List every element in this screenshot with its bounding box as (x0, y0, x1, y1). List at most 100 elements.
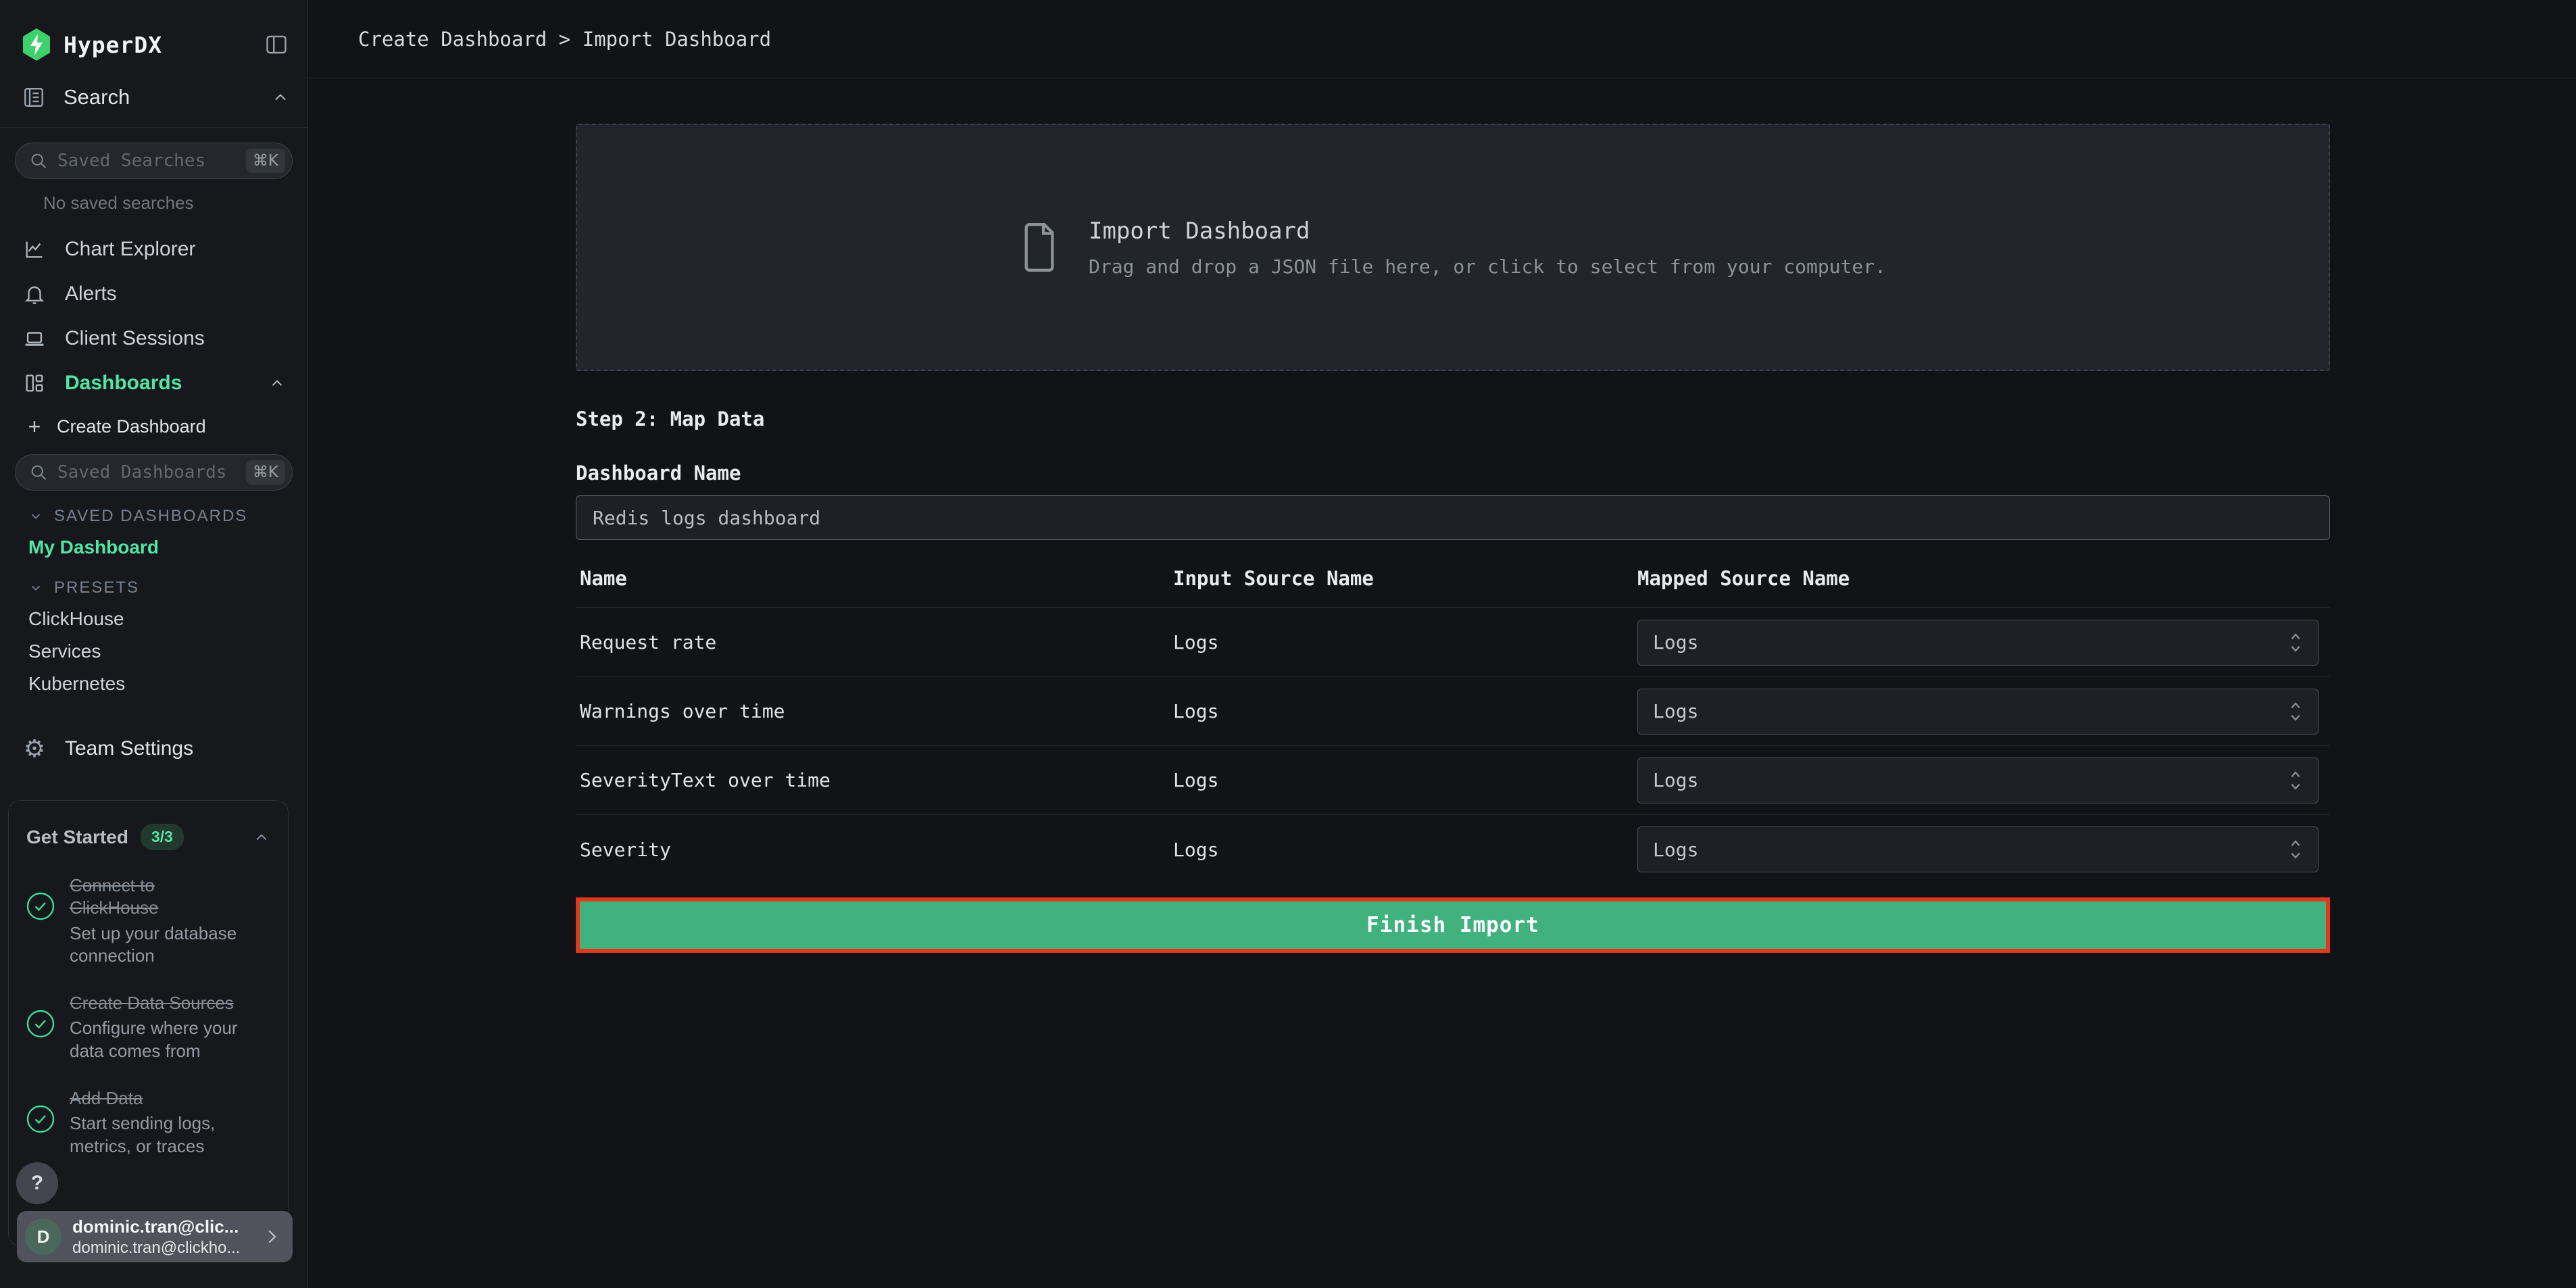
get-started-item-title: Create Data Sources (70, 992, 243, 1014)
section-label: PRESETS (54, 578, 139, 597)
sidebar-item-preset-clickhouse[interactable]: ClickHouse (28, 603, 294, 635)
create-dashboard-button[interactable]: + Create Dashboard (14, 405, 294, 447)
create-dashboard-label: Create Dashboard (57, 416, 206, 437)
panel-toggle-icon (264, 32, 289, 57)
sidebar-section-search[interactable]: Search (0, 85, 307, 128)
no-saved-searches-text: No saved searches (43, 193, 294, 214)
sidebar-item-client-sessions[interactable]: Client Sessions (14, 316, 294, 361)
chevron-right-icon (262, 1227, 282, 1247)
column-header-input-source: Input Source Name (1173, 567, 1637, 590)
mapping-table: Name Input Source Name Mapped Source Nam… (576, 552, 2330, 884)
sidebar-item-my-dashboard[interactable]: My Dashboard (28, 531, 294, 564)
saved-dashboards-input[interactable] (57, 462, 246, 482)
finish-import-button[interactable]: Finish Import (576, 897, 2330, 953)
search-section-label: Search (64, 85, 130, 109)
hyperdx-logo-icon (22, 28, 51, 61)
select-value: Logs (1653, 839, 2288, 861)
chevron-up-icon (253, 828, 270, 846)
saved-dashboards-search[interactable]: ⌘K (15, 454, 293, 491)
row-input-source: Logs (1173, 631, 1637, 653)
select-chevrons-icon (2288, 700, 2303, 723)
get-started-header[interactable]: Get Started 3/3 (26, 824, 270, 850)
preset-label: Services (28, 641, 101, 662)
check-circle-icon (26, 1105, 55, 1133)
get-started-item-add-data[interactable]: Add Data Start sending logs, metrics, or… (26, 1087, 270, 1158)
avatar: D (25, 1218, 61, 1255)
section-saved-dashboards[interactable]: SAVED DASHBOARDS (28, 501, 294, 531)
help-button[interactable]: ? (16, 1162, 58, 1204)
mapped-source-select[interactable]: Logs (1637, 689, 2319, 735)
check-circle-icon (26, 1010, 55, 1038)
finish-import-label: Finish Import (1366, 913, 1539, 937)
sidebar-item-label: Dashboards (65, 372, 182, 395)
user-name: dominic.tran@clic... (72, 1216, 262, 1237)
get-started-item-sources[interactable]: Create Data Sources Configure where your… (26, 992, 270, 1063)
sidebar-item-label: Chart Explorer (65, 238, 195, 261)
get-started-progress-badge: 3/3 (141, 824, 184, 850)
row-input-source: Logs (1173, 769, 1637, 791)
row-name: Warnings over time (580, 700, 1173, 722)
gear-icon: ⚙ (22, 735, 47, 763)
row-name: Request rate (580, 631, 1173, 653)
column-header-name: Name (580, 567, 1173, 590)
select-value: Logs (1653, 700, 2288, 722)
import-dropzone[interactable]: Import Dashboard Drag and drop a JSON fi… (576, 124, 2330, 371)
shortcut-badge: ⌘K (246, 149, 285, 173)
table-row: Request rate Logs Logs (576, 608, 2330, 677)
table-row: Warnings over time Logs Logs (576, 677, 2330, 746)
sidebar-item-alerts[interactable]: Alerts (14, 272, 294, 316)
step-title: Step 2: Map Data (576, 407, 2330, 430)
row-name: Severity (580, 839, 1173, 861)
select-value: Logs (1653, 631, 2288, 653)
team-settings-label: Team Settings (65, 737, 193, 760)
mapped-source-select[interactable]: Logs (1637, 826, 2319, 872)
table-row: Severity Logs Logs (576, 815, 2330, 884)
search-icon (29, 463, 48, 482)
mapped-source-select[interactable]: Logs (1637, 620, 2319, 666)
get-started-item-desc: Configure where your data comes from (70, 1017, 243, 1063)
dashboard-name-label: Dashboard Name (576, 462, 2330, 485)
preset-label: Kubernetes (28, 673, 125, 695)
sidebar-item-label: Client Sessions (65, 327, 205, 350)
breadcrumb[interactable]: Create Dashboard > Import Dashboard (358, 28, 771, 51)
dropzone-subtitle: Drag and drop a JSON file here, or click… (1089, 255, 1886, 278)
bell-icon (23, 282, 46, 305)
user-email: dominic.tran@clickho... (72, 1239, 262, 1258)
table-row: SeverityText over time Logs Logs (576, 746, 2330, 815)
sidebar-item-label: Alerts (65, 282, 117, 305)
dashboard-name-input[interactable] (576, 495, 2330, 540)
saved-searches-input[interactable] (57, 151, 246, 171)
get-started-item-title: Add Data (70, 1087, 243, 1110)
get-started-item-desc: Start sending logs, metrics, or traces (70, 1112, 243, 1158)
sidebar-item-preset-services[interactable]: Services (28, 635, 294, 668)
shortcut-badge: ⌘K (246, 460, 285, 485)
sidebar-item-chart-explorer[interactable]: Chart Explorer (14, 227, 294, 272)
section-label: SAVED DASHBOARDS (54, 507, 247, 526)
row-input-source: Logs (1173, 839, 1637, 861)
get-started-item-connect[interactable]: Connect to ClickHouse Set up your databa… (26, 874, 270, 968)
select-chevrons-icon (2288, 631, 2303, 654)
table-header-row: Name Input Source Name Mapped Source Nam… (576, 552, 2330, 608)
topbar: Create Dashboard > Import Dashboard (308, 0, 2576, 78)
dropzone-title: Import Dashboard (1089, 218, 1886, 245)
select-chevrons-icon (2288, 769, 2303, 792)
brand-title: HyperDX (64, 32, 162, 58)
search-icon (29, 151, 48, 170)
sidebar: HyperDX Search ⌘K No saved searches (0, 0, 308, 1288)
sidebar-item-team-settings[interactable]: ⚙ Team Settings (14, 730, 294, 768)
chart-icon (23, 238, 46, 261)
collapse-sidebar-button[interactable] (263, 31, 290, 58)
chevron-down-icon (28, 509, 43, 524)
get-started-item-desc: Set up your database connection (70, 922, 243, 968)
user-account-button[interactable]: D dominic.tran@clic... dominic.tran@clic… (17, 1211, 293, 1262)
get-started-item-title: Connect to ClickHouse (70, 874, 243, 920)
section-presets[interactable]: PRESETS (28, 573, 294, 603)
my-dashboard-label: My Dashboard (28, 537, 159, 558)
main-area: Create Dashboard > Import Dashboard Impo… (308, 0, 2576, 1288)
sidebar-item-preset-kubernetes[interactable]: Kubernetes (28, 668, 294, 700)
mapped-source-select[interactable]: Logs (1637, 758, 2319, 803)
saved-searches-search[interactable]: ⌘K (15, 143, 293, 179)
sidebar-item-dashboards[interactable]: Dashboards (14, 361, 294, 405)
row-input-source: Logs (1173, 700, 1637, 722)
get-started-title: Get Started (26, 826, 128, 848)
